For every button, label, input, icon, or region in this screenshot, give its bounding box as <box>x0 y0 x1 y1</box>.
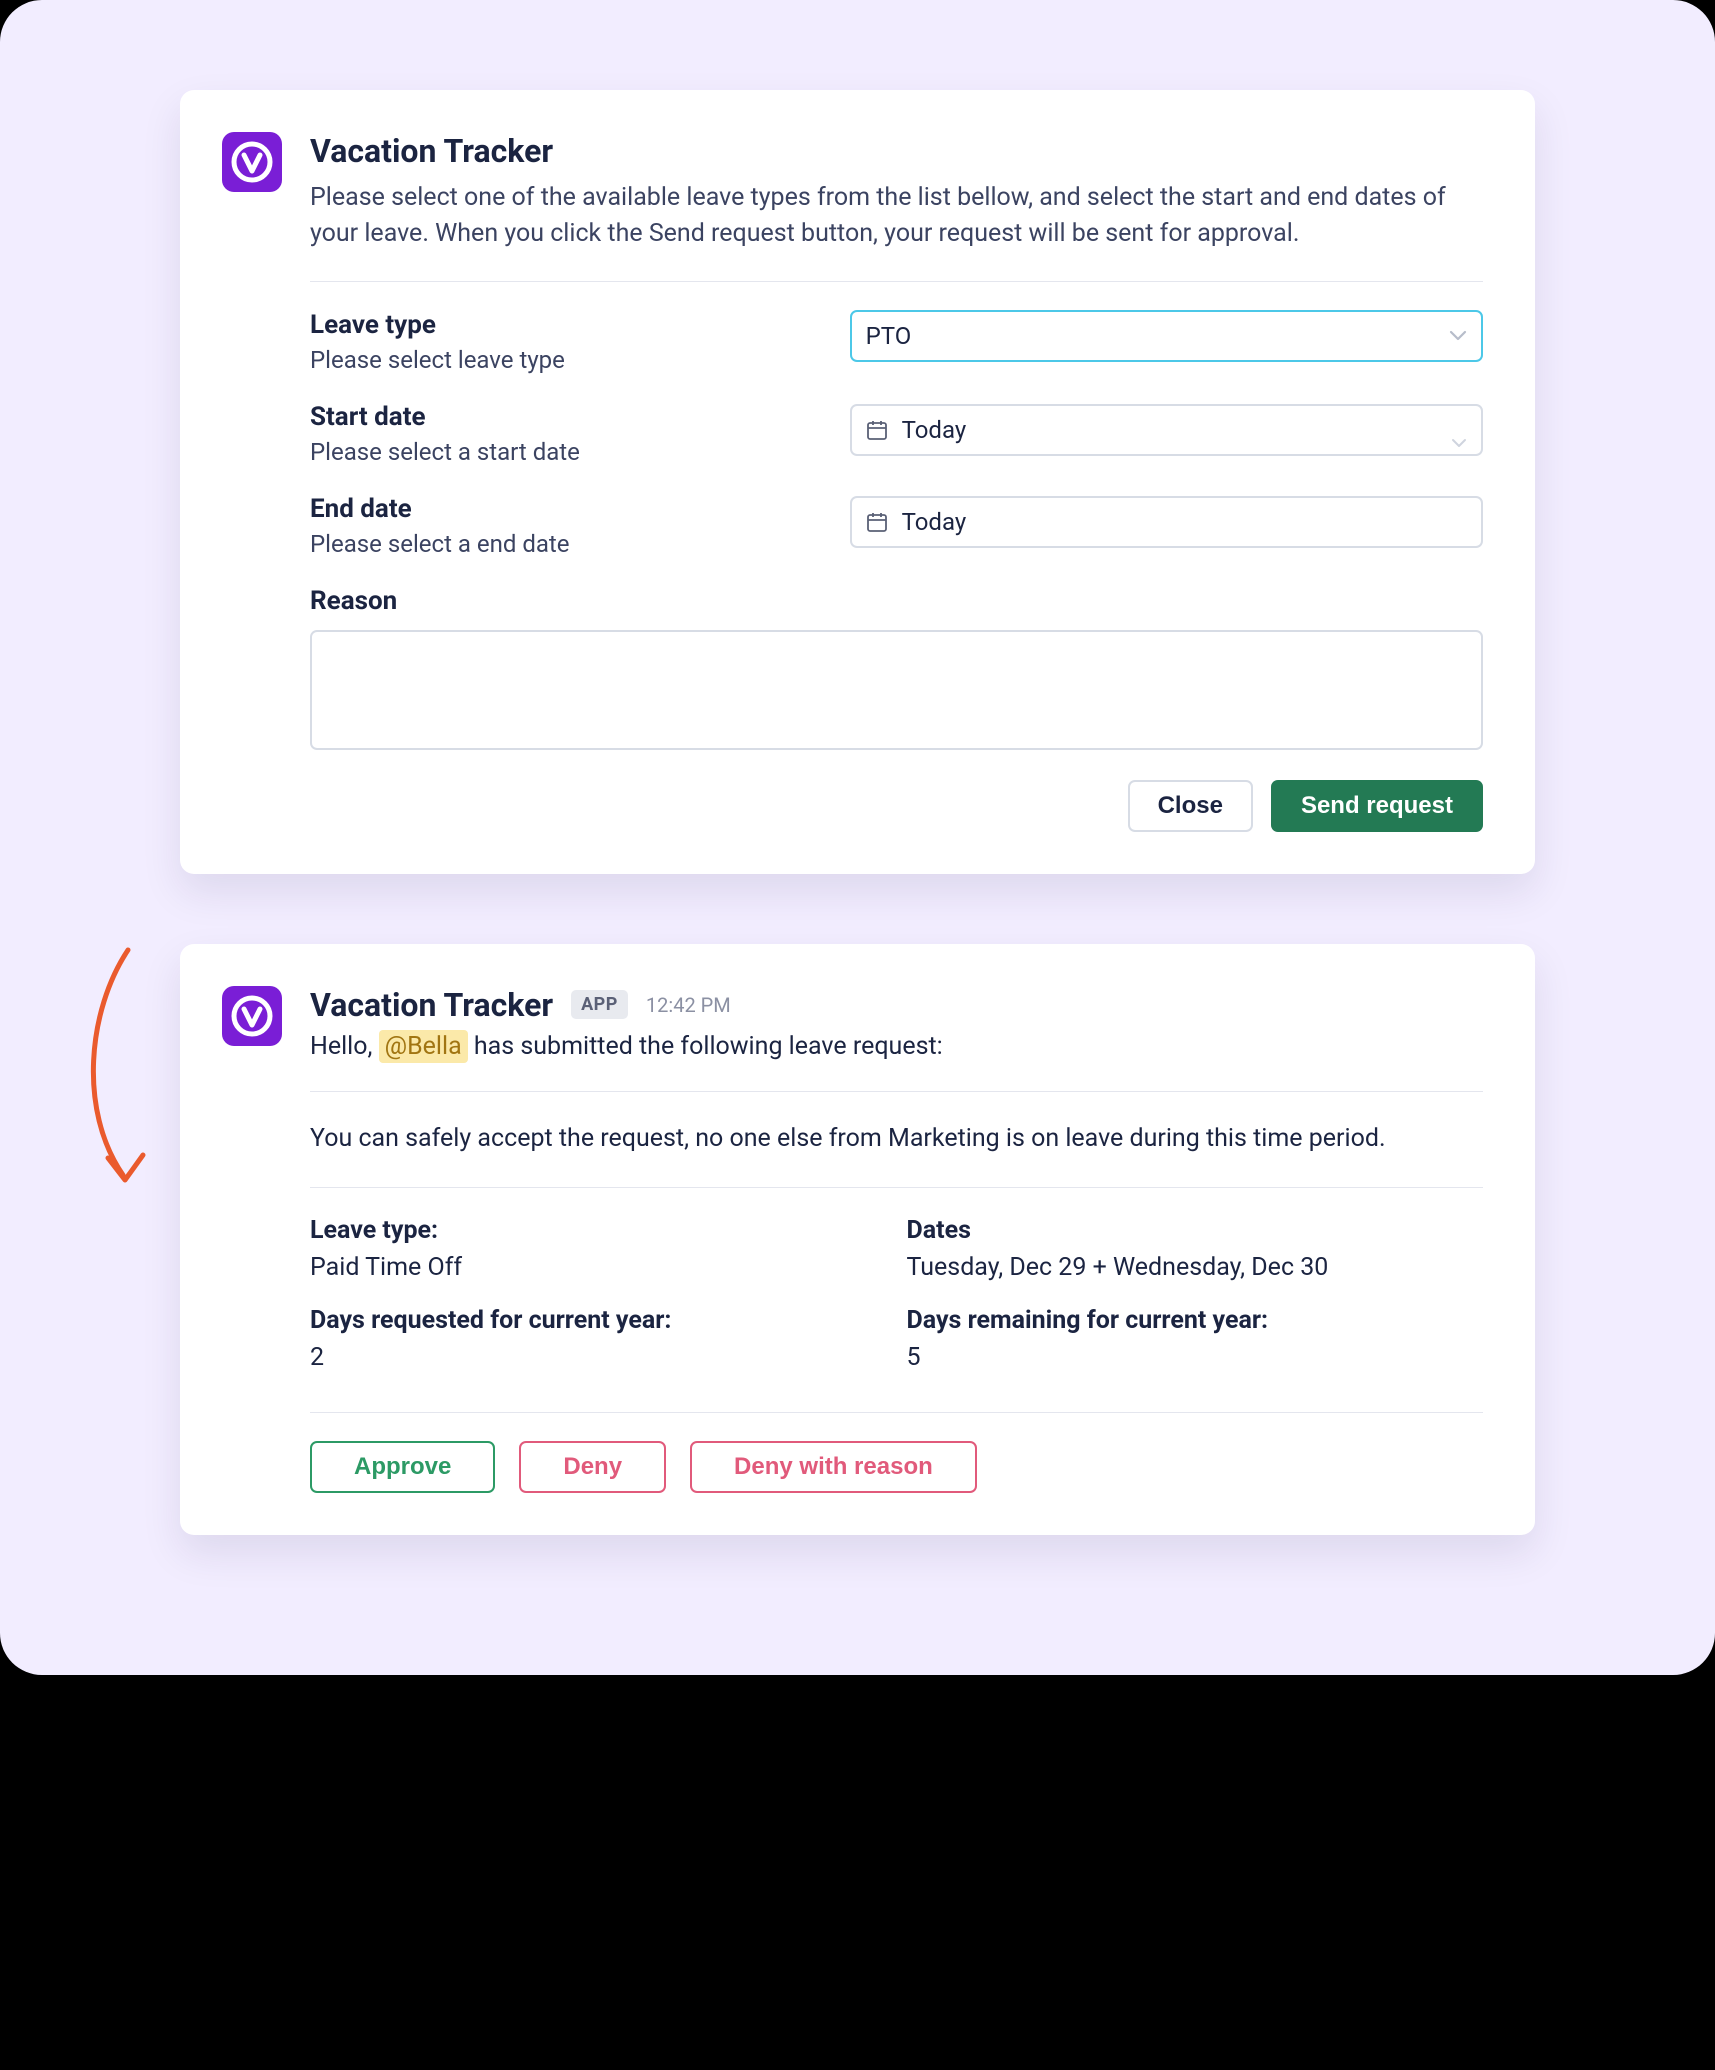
deny-button[interactable]: Deny <box>519 1441 666 1493</box>
flow-arrow-icon <box>68 940 168 1200</box>
greeting-prefix: Hello, <box>310 1032 379 1061</box>
close-button[interactable]: Close <box>1128 780 1253 832</box>
leave-type-value: PTO <box>866 322 912 350</box>
divider <box>310 1412 1483 1413</box>
app-logo-icon <box>222 132 282 192</box>
divider <box>310 1187 1483 1188</box>
form-app-title: Vacation Tracker <box>310 132 1483 170</box>
detail-leave-type-value: Paid Time Off <box>310 1253 887 1282</box>
chevron-down-icon <box>1451 438 1467 448</box>
form-description: Please select one of the available leave… <box>310 180 1483 253</box>
user-mention[interactable]: @Bella <box>379 1030 468 1063</box>
detail-dates-label: Dates <box>907 1216 1484 1245</box>
message-header: Vacation Tracker APP 12:42 PM <box>310 986 1483 1024</box>
detail-days-requested-value: 2 <box>310 1343 887 1372</box>
availability-info: You can safely accept the request, no on… <box>310 1120 1483 1158</box>
leave-type-row: Leave type Please select leave type PTO <box>310 310 1483 374</box>
approval-actions: Approve Deny Deny with reason <box>310 1441 1483 1493</box>
end-date-input[interactable]: Today <box>850 496 1483 548</box>
page-stage: Vacation Tracker Please select one of th… <box>0 0 1715 1675</box>
chevron-down-icon <box>1449 330 1467 342</box>
reason-label: Reason <box>310 586 1483 616</box>
end-date-row: End date Please select a end date Today <box>310 494 1483 558</box>
calendar-icon <box>866 419 888 441</box>
detail-dates-value: Tuesday, Dec 29 + Wednesday, Dec 30 <box>907 1253 1484 1282</box>
message-timestamp: 12:42 PM <box>646 993 731 1017</box>
send-request-button[interactable]: Send request <box>1271 780 1483 832</box>
approval-message-card: Vacation Tracker APP 12:42 PM Hello, @Be… <box>180 944 1535 1536</box>
calendar-icon <box>866 511 888 533</box>
detail-days-remaining-label: Days remaining for current year: <box>907 1306 1484 1335</box>
reason-textarea[interactable] <box>310 630 1483 750</box>
request-form-card: Vacation Tracker Please select one of th… <box>180 90 1535 874</box>
start-date-input[interactable]: Today <box>850 404 1483 456</box>
message-greeting: Hello, @Bella has submitted the followin… <box>310 1032 1483 1061</box>
approve-button[interactable]: Approve <box>310 1441 495 1493</box>
message-app-title: Vacation Tracker <box>310 986 553 1024</box>
divider <box>310 1091 1483 1092</box>
end-date-help: Please select a end date <box>310 530 830 558</box>
start-date-row: Start date Please select a start date To… <box>310 402 1483 466</box>
start-date-label: Start date <box>310 402 830 432</box>
start-date-value: Today <box>902 416 967 444</box>
reason-row: Reason <box>310 586 1483 754</box>
dates-cell: Dates Tuesday, Dec 29 + Wednesday, Dec 3… <box>907 1216 1484 1282</box>
start-date-help: Please select a start date <box>310 438 830 466</box>
app-badge: APP <box>571 990 628 1019</box>
deny-with-reason-button[interactable]: Deny with reason <box>690 1441 977 1493</box>
leave-type-label: Leave type <box>310 310 830 340</box>
leave-type-help: Please select leave type <box>310 346 830 374</box>
app-logo-icon <box>222 986 282 1046</box>
end-date-value: Today <box>902 508 967 536</box>
end-date-label: End date <box>310 494 830 524</box>
leave-type-cell: Leave type: Paid Time Off <box>310 1216 887 1282</box>
greeting-suffix: has submitted the following leave reques… <box>474 1032 943 1061</box>
days-requested-cell: Days requested for current year: 2 <box>310 1306 887 1372</box>
form-actions: Close Send request <box>310 780 1483 832</box>
detail-days-requested-label: Days requested for current year: <box>310 1306 887 1335</box>
request-details-grid: Leave type: Paid Time Off Dates Tuesday,… <box>310 1216 1483 1372</box>
detail-days-remaining-value: 5 <box>907 1343 1484 1372</box>
detail-leave-type-label: Leave type: <box>310 1216 887 1245</box>
divider <box>310 281 1483 282</box>
days-remaining-cell: Days remaining for current year: 5 <box>907 1306 1484 1372</box>
leave-type-select[interactable]: PTO <box>850 310 1483 362</box>
